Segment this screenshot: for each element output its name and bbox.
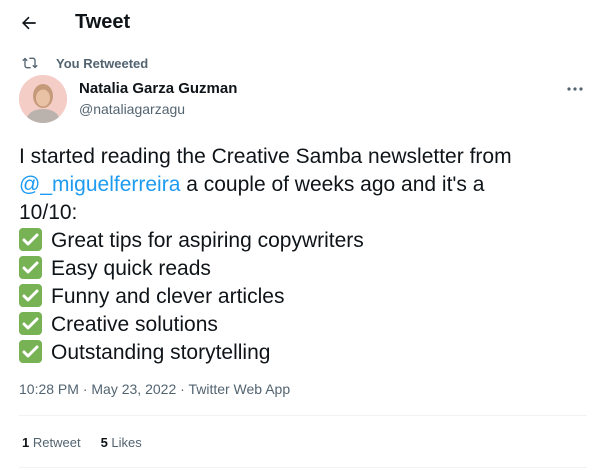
check-mark-icon [19, 256, 42, 279]
retweet-stat[interactable]: 1 Retweet [22, 435, 81, 450]
more-options-button[interactable] [565, 80, 585, 98]
check-mark-icon [19, 228, 42, 251]
tweet-time[interactable]: 10:28 PM [19, 381, 79, 397]
tweet-line-rest: a couple of weeks ago and it's a [180, 173, 485, 196]
meta-separator: · [176, 381, 189, 397]
author-name[interactable]: Natalia Garza Guzman [79, 80, 237, 97]
tweet-text: I started reading the Creative Samba new… [19, 143, 589, 367]
avatar-photo [19, 75, 67, 123]
tweet-meta: 10:28 PM · May 23, 2022 · Twitter Web Ap… [19, 381, 290, 397]
list-item-label: Outstanding storytelling [51, 341, 271, 364]
retweet-icon [22, 57, 38, 69]
back-button[interactable] [14, 8, 44, 38]
likes-stat[interactable]: 5 Likes [101, 435, 142, 450]
list-item-label: Easy quick reads [51, 257, 211, 280]
list-item: Easy quick reads [19, 255, 589, 283]
tweet-date[interactable]: May 23, 2022 [91, 381, 176, 397]
tweet-source[interactable]: Twitter Web App [188, 381, 290, 397]
mention-link[interactable]: @_miguelferreira [19, 173, 180, 196]
retweet-stat-label: Retweet [32, 435, 81, 450]
retweet-count: 1 [22, 435, 30, 450]
avatar[interactable] [19, 75, 67, 123]
divider [19, 415, 587, 416]
likes-count: 5 [100, 435, 108, 450]
divider [19, 467, 587, 468]
list-item-label: Funny and clever articles [51, 285, 285, 308]
check-mark-icon [19, 340, 42, 363]
tweet-line: I started reading the Creative Samba new… [19, 145, 512, 168]
engagement-stats: 1 Retweet 5 Likes [22, 435, 142, 450]
arrow-left-icon [22, 16, 36, 30]
tweet-line: @_miguelferreira a couple of weeks ago a… [19, 171, 589, 199]
check-mark-icon [19, 284, 42, 307]
list-item: Outstanding storytelling [19, 339, 589, 367]
check-mark-icon [19, 312, 42, 335]
top-bar: Tweet [0, 0, 602, 44]
tweet-line: 10/10: [19, 201, 78, 224]
page-title: Tweet [75, 11, 131, 33]
author-handle[interactable]: @nataliagarzagu [79, 101, 185, 117]
meta-separator: · [78, 381, 92, 397]
retweet-label: You Retweeted [56, 55, 149, 71]
likes-stat-label: Likes [111, 435, 142, 450]
list-item: Great tips for aspiring copywriters [19, 227, 589, 255]
list-item: Funny and clever articles [19, 283, 589, 311]
list-item: Creative solutions [19, 311, 589, 339]
list-item-label: Creative solutions [51, 313, 218, 336]
more-icon [567, 87, 583, 91]
list-item-label: Great tips for aspiring copywriters [51, 229, 364, 252]
retweet-context: You Retweeted [22, 54, 148, 72]
